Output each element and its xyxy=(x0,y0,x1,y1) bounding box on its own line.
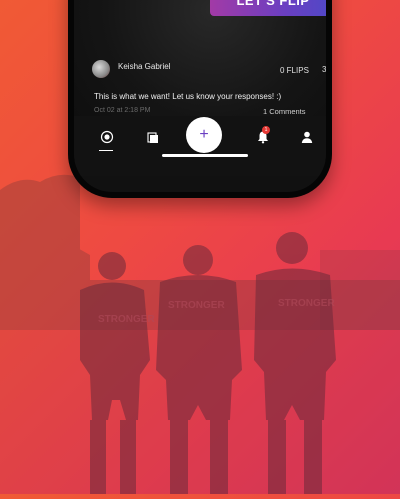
likes-count: 3 xyxy=(322,65,326,74)
avatar[interactable] xyxy=(92,60,110,78)
phone-screen: LET'S FLIP Keisha Gabriel 0 FLIPS 3 This… xyxy=(74,0,326,192)
add-post-button[interactable]: + xyxy=(186,117,222,153)
lets-flip-button[interactable]: LET'S FLIP xyxy=(210,0,326,16)
post-caption: This is what we want! Let us know your r… xyxy=(94,92,282,101)
flips-count: 0 FLIPS xyxy=(280,66,309,75)
author-name[interactable]: Keisha Gabriel xyxy=(118,62,170,71)
profile-icon[interactable] xyxy=(300,130,314,144)
phone-device: LET'S FLIP Keisha Gabriel 0 FLIPS 3 This… xyxy=(68,0,332,198)
shirt-text-middle: STRONGER xyxy=(168,300,225,311)
shirt-text-right: STRONGER xyxy=(278,298,335,309)
bottom-tab-bar: + 1 xyxy=(74,116,326,176)
home-indicator xyxy=(162,154,248,157)
comments-link[interactable]: 1 Comments xyxy=(263,107,306,116)
notification-badge: 1 xyxy=(262,126,270,134)
post-timestamp: Oct 02 at 2:18 PM xyxy=(94,107,151,114)
cards-icon[interactable] xyxy=(146,130,160,144)
post-header: Keisha Gabriel 0 FLIPS 3 xyxy=(92,60,326,80)
like-button[interactable]: 3 xyxy=(322,65,326,74)
active-tab-indicator xyxy=(99,150,113,151)
shirt-text-left: STRONGER xyxy=(98,314,155,325)
home-icon[interactable] xyxy=(100,130,114,144)
